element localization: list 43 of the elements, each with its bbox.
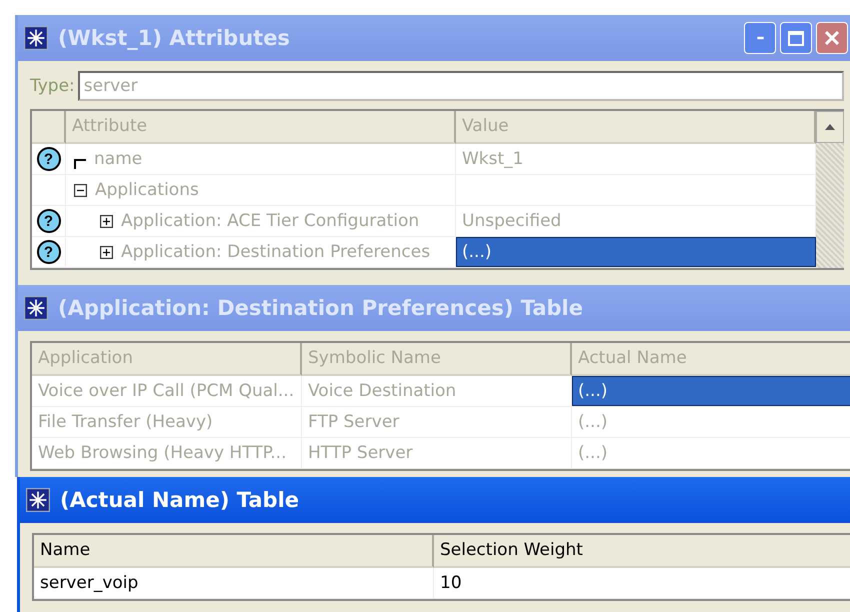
table-cell: server_voip: [34, 568, 434, 598]
scrollbar[interactable]: [816, 111, 844, 268]
table-cell[interactable]: (...): [572, 438, 850, 468]
attribute-name: name: [94, 149, 142, 169]
attribute-name: Applications: [95, 180, 199, 200]
minimize-icon: [756, 36, 764, 40]
help-button[interactable]: ?: [36, 147, 60, 171]
maximize-icon: [788, 30, 804, 46]
maximize-button[interactable]: [780, 22, 812, 54]
value-cell[interactable]: (...): [456, 237, 816, 267]
table-cell: FTP Server: [302, 407, 572, 437]
collapse-icon[interactable]: [74, 184, 87, 196]
column-header[interactable]: Symbolic Name: [302, 343, 572, 376]
minimize-button[interactable]: [744, 22, 776, 54]
column-header[interactable]: Attribute: [66, 111, 456, 144]
column-header[interactable]: Application: [32, 343, 302, 376]
type-label: Type:: [30, 76, 75, 96]
table-cell[interactable]: 10: [434, 568, 850, 598]
header-cell: [32, 111, 66, 144]
window-title: (Wkst_1) Attributes: [58, 26, 290, 50]
table-cell[interactable]: (...): [572, 407, 850, 437]
table-cell[interactable]: (...): [572, 376, 850, 406]
table-cell: Voice over IP Call (PCM Qual...: [32, 376, 302, 406]
type-field[interactable]: server: [78, 71, 844, 101]
window-title: (Application: Destination Preferences) Table: [58, 296, 583, 320]
column-header[interactable]: Value: [456, 111, 816, 144]
expand-icon[interactable]: [100, 246, 113, 258]
expand-icon[interactable]: [100, 214, 113, 228]
window-title: (Actual Name) Table: [60, 488, 300, 512]
attribute-name: Application: ACE Tier Configuration: [121, 211, 420, 231]
close-icon: [825, 31, 839, 45]
help-button[interactable]: ?: [36, 240, 60, 264]
attribute-name: Application: Destination Preferences: [121, 242, 430, 262]
close-button[interactable]: [816, 22, 848, 54]
table-cell: File Transfer (Heavy): [32, 407, 302, 437]
up-arrow-icon: [825, 124, 835, 130]
column-header[interactable]: Name: [34, 535, 434, 568]
tree-line-icon: [74, 157, 86, 169]
column-header[interactable]: Selection Weight: [434, 535, 850, 568]
table-cell: Web Browsing (Heavy HTTP...: [32, 438, 302, 468]
scroll-up-button[interactable]: [816, 111, 844, 143]
table-cell: HTTP Server: [302, 438, 572, 468]
help-button[interactable]: ?: [36, 209, 60, 233]
